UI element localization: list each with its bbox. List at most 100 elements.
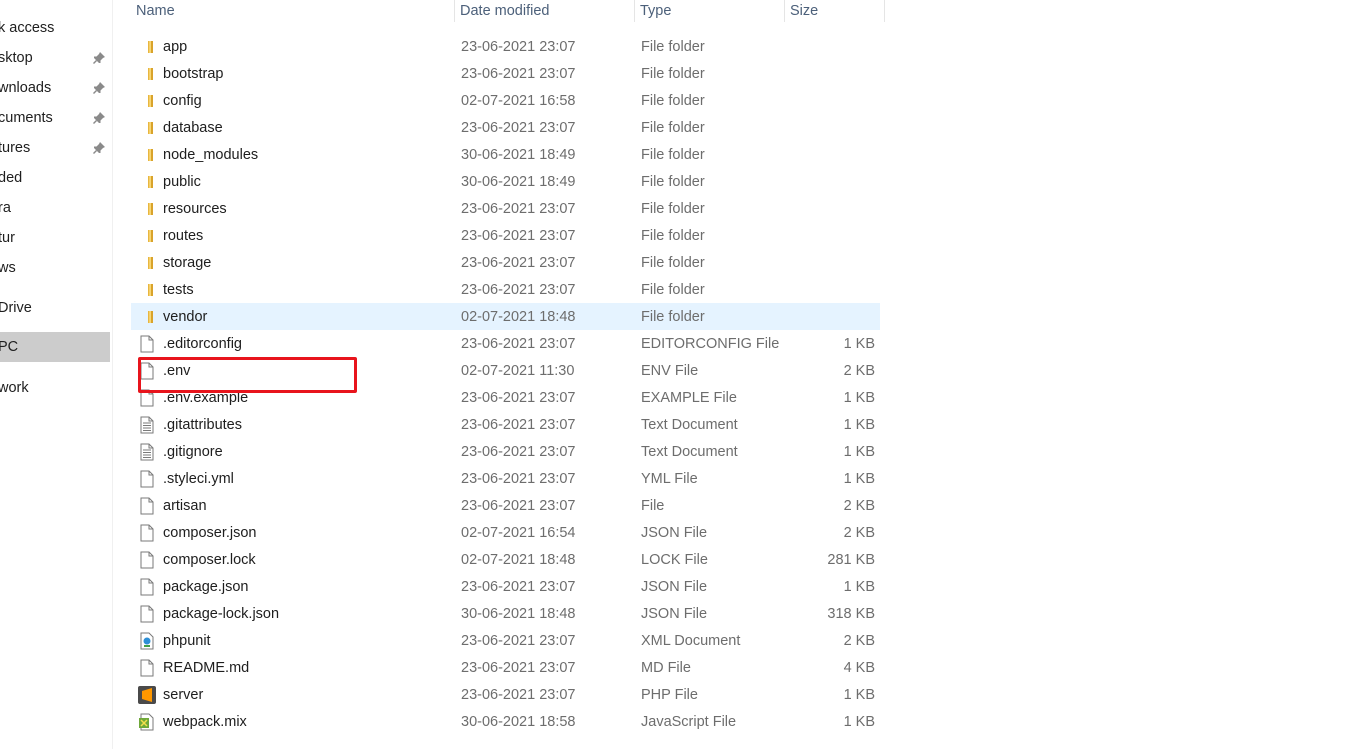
file-name: phpunit	[163, 632, 211, 649]
file-row[interactable]: public 30-06-2021 18:49 File folder	[131, 168, 880, 195]
file-size: 1 KB	[843, 389, 875, 406]
file-row[interactable]: routes 23-06-2021 23:07 File folder	[131, 222, 880, 249]
file-row[interactable]: .env.example 23-06-2021 23:07 EXAMPLE File…	[131, 384, 880, 411]
file-date: 30-06-2021 18:49	[461, 173, 576, 190]
file-row[interactable]: .gitattributes 23-06-2021 23:07 Text Docum…	[131, 411, 880, 438]
sidebar-item-label: ws	[0, 260, 16, 276]
pin-icon[interactable]	[92, 51, 106, 65]
file-row[interactable]: tests 23-06-2021 23:07 File folder	[131, 276, 880, 303]
sidebar-item-4[interactable]: tures	[0, 133, 110, 163]
folder-icon	[137, 60, 157, 87]
file-row[interactable]: .styleci.yml 23-06-2021 23:07 YML File 1 KB	[131, 465, 880, 492]
file-size: 4 KB	[843, 659, 875, 676]
file-row[interactable]: composer.json 02-07-2021 16:54 JSON File 2 …	[131, 519, 880, 546]
pin-icon[interactable]	[92, 111, 106, 125]
folder-icon	[137, 249, 157, 276]
sidebar-item-label: sktop	[0, 50, 33, 66]
column-name-header[interactable]: Name	[131, 0, 455, 22]
xml-file-icon	[137, 627, 157, 654]
file-row[interactable]: artisan 23-06-2021 23:07 File 2 KB	[131, 492, 880, 519]
file-name: webpack.mix	[163, 713, 247, 730]
file-row[interactable]: .editorconfig 23-06-2021 23:07 EDITORCONFI…	[131, 330, 880, 357]
file-size: 2 KB	[843, 632, 875, 649]
sidebar-item-9[interactable]: Drive	[0, 293, 110, 323]
file-size: 2 KB	[843, 497, 875, 514]
file-size: 2 KB	[843, 524, 875, 541]
file-name: composer.json	[163, 524, 257, 541]
column-date-header[interactable]: Date modified	[455, 0, 635, 22]
sidebar-item-label: wnloads	[0, 80, 52, 96]
file-type: Text Document	[641, 416, 738, 433]
sidebar-item-2[interactable]: wnloads	[0, 73, 110, 103]
sidebar-item-label: ra	[0, 200, 11, 216]
file-row[interactable]: app 23-06-2021 23:07 File folder	[131, 33, 880, 60]
file-name: .env	[163, 362, 191, 379]
sidebar-item-8[interactable]: ws	[0, 253, 110, 283]
column-type-header[interactable]: Type	[635, 0, 785, 22]
file-name: .editorconfig	[163, 335, 242, 352]
sidebar-item-1[interactable]: sktop	[0, 43, 110, 73]
pin-icon[interactable]	[92, 141, 106, 155]
file-type: ENV File	[641, 362, 699, 379]
file-date: 23-06-2021 23:07	[461, 200, 576, 217]
sidebar-item-label: Drive	[0, 300, 32, 316]
sidebar-item-5[interactable]: ded	[0, 163, 110, 193]
folder-icon	[137, 87, 157, 114]
file-row[interactable]: package-lock.json 30-06-2021 18:48 JSON Fi…	[131, 600, 880, 627]
file-name: database	[163, 119, 223, 136]
sidebar-item-6[interactable]: ra	[0, 193, 110, 223]
file-name: package.json	[163, 578, 249, 595]
sidebar-item-label: work	[0, 380, 29, 396]
file-row[interactable]: .env 02-07-2021 11:30 ENV File 2 KB	[131, 357, 880, 384]
file-row[interactable]: server 23-06-2021 23:07 PHP File 1 KB	[131, 681, 880, 708]
file-row[interactable]: storage 23-06-2021 23:07 File folder	[131, 249, 880, 276]
pin-icon[interactable]	[92, 81, 106, 95]
file-name: storage	[163, 254, 212, 271]
file-name: .styleci.yml	[163, 470, 234, 487]
file-size: 1 KB	[843, 578, 875, 595]
file-row[interactable]: .gitignore 23-06-2021 23:07 Text Document 1…	[131, 438, 880, 465]
file-row[interactable]: webpack.mix 30-06-2021 18:58 JavaScript Fi…	[131, 708, 880, 735]
file-name: app	[163, 38, 188, 55]
sidebar-item-3[interactable]: cuments	[0, 103, 110, 133]
file-row[interactable]: bootstrap 23-06-2021 23:07 File folder	[131, 60, 880, 87]
file-date: 23-06-2021 23:07	[461, 281, 576, 298]
sidebar-item-0[interactable]: k access	[0, 13, 110, 43]
file-name: .env.example	[163, 389, 249, 406]
folder-icon	[137, 168, 157, 195]
file-date: 02-07-2021 18:48	[461, 551, 576, 568]
sidebar-item-11[interactable]: work	[0, 373, 110, 403]
file-name: config	[163, 92, 202, 109]
file-name: composer.lock	[163, 551, 256, 568]
sidebar-item-label: PC	[0, 339, 19, 355]
file-icon	[137, 600, 157, 627]
file-row[interactable]: node_modules 30-06-2021 18:49 File folder	[131, 141, 880, 168]
sidebar-item-10[interactable]: PC	[0, 332, 110, 362]
file-name: .gitignore	[163, 443, 223, 460]
file-row[interactable]: resources 23-06-2021 23:07 File folder	[131, 195, 880, 222]
column-size-header[interactable]: Size	[785, 0, 885, 22]
folder-icon	[137, 303, 157, 330]
file-name: package-lock.json	[163, 605, 280, 622]
file-row[interactable]: composer.lock 02-07-2021 18:48 LOCK File 28…	[131, 546, 880, 573]
file-row[interactable]: config 02-07-2021 16:58 File folder	[131, 87, 880, 114]
file-icon	[137, 519, 157, 546]
sidebar-item-7[interactable]: tur	[0, 223, 110, 253]
column-type-label: Type	[640, 3, 672, 19]
file-row[interactable]: database 23-06-2021 23:07 File folder	[131, 114, 880, 141]
file-icon	[137, 357, 157, 384]
file-size	[791, 276, 875, 303]
column-header: Name Date modified Type Size	[131, 0, 891, 22]
file-row[interactable]: phpunit 23-06-2021 23:07 XML Document 2 KB	[131, 627, 880, 654]
file-name: public	[163, 173, 201, 190]
file-row[interactable]: vendor 02-07-2021 18:48 File folder	[131, 303, 880, 330]
file-size	[791, 114, 875, 141]
sidebar-item-label: ded	[0, 170, 23, 186]
file-date: 23-06-2021 23:07	[461, 38, 576, 55]
file-size: 1 KB	[843, 335, 875, 352]
file-row[interactable]: package.json 23-06-2021 23:07 JSON File 1 K…	[131, 573, 880, 600]
file-type: JSON File	[641, 524, 708, 541]
file-row[interactable]: README.md 23-06-2021 23:07 MD File 4 KB	[131, 654, 880, 681]
file-name: server	[163, 686, 204, 703]
file-date: 23-06-2021 23:07	[461, 497, 576, 514]
